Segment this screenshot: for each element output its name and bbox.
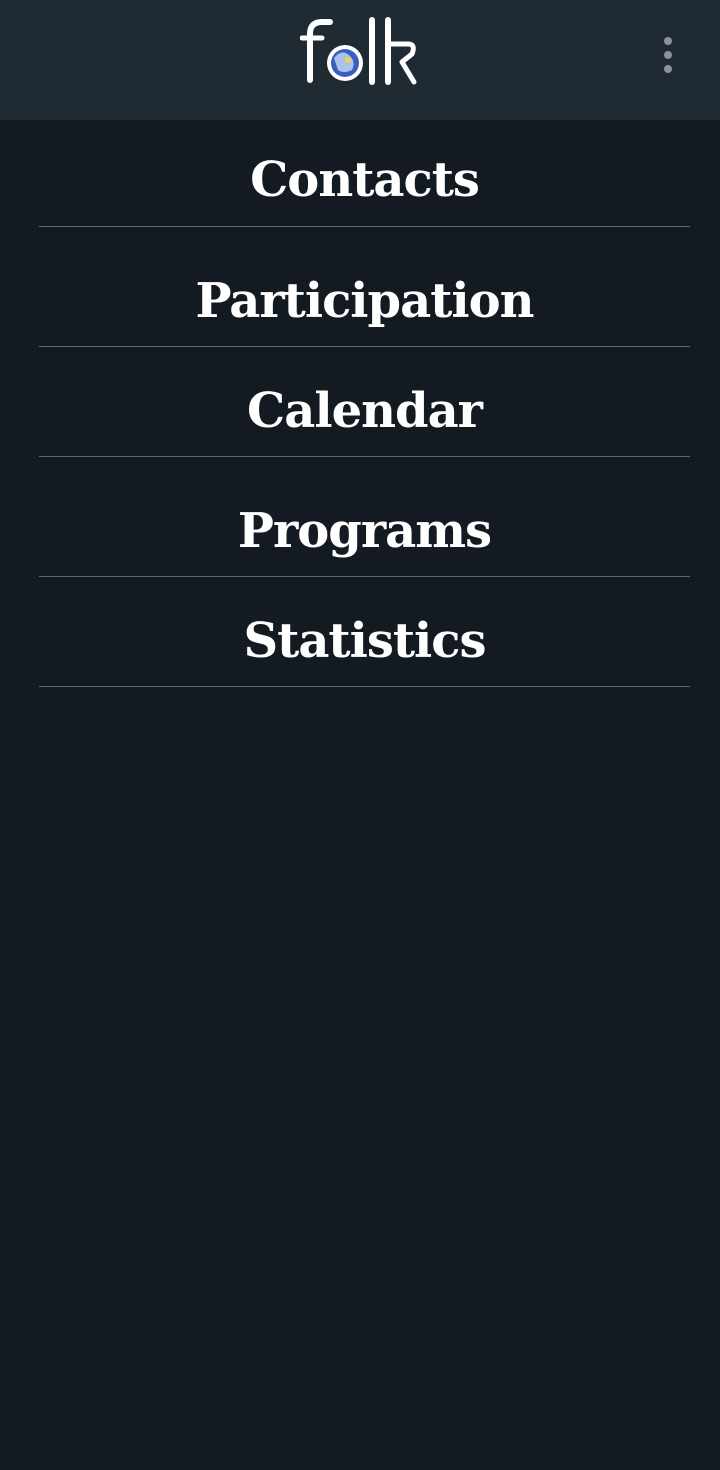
top-app-bar [0,0,720,120]
menu-item-label: Contacts [250,152,480,208]
menu-item-statistics[interactable]: Statistics [39,577,690,687]
menu-item-label: Calendar [247,383,483,439]
main-menu-list: Contacts Participation Calendar Programs… [0,120,720,687]
menu-item-label: Statistics [243,613,486,669]
menu-item-calendar[interactable]: Calendar [39,347,690,457]
app-screen: Contacts Participation Calendar Programs… [0,0,720,1470]
menu-item-programs[interactable]: Programs [39,457,690,577]
overflow-menu-button[interactable] [648,30,688,80]
more-vert-icon-dot-bottom [664,65,672,73]
more-vert-icon-dot-top [664,37,672,45]
menu-item-contacts[interactable]: Contacts [39,120,690,227]
folk-logo [300,17,417,85]
menu-item-participation[interactable]: Participation [39,227,690,347]
more-vert-icon-dot-middle [664,51,672,59]
